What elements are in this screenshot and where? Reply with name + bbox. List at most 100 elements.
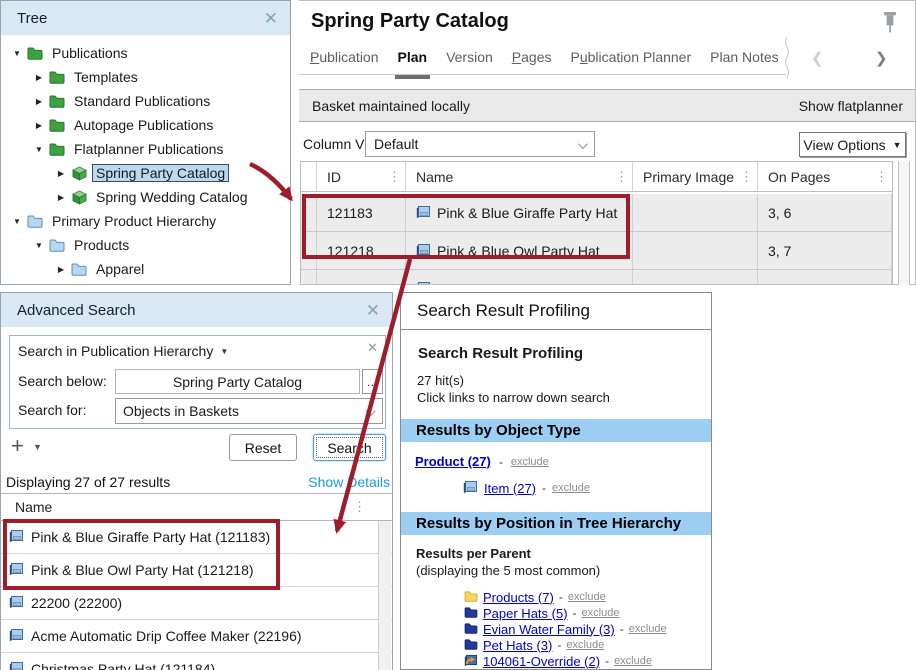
column-header-primary-image[interactable]: Primary Image⋮	[633, 162, 758, 191]
parent-row: Evian Water Family (3) - exclude	[401, 621, 711, 637]
tree-item-spring-party-catalog[interactable]: ▶ Spring Party Catalog	[1, 161, 290, 185]
column-menu-icon[interactable]: ⋮	[388, 169, 401, 185]
column-header-name[interactable]: Name⋮	[406, 162, 633, 191]
collapse-icon[interactable]: ▼	[7, 217, 27, 226]
expand-icon[interactable]: ▶	[51, 169, 71, 178]
column-header-id[interactable]: ID⋮	[317, 162, 406, 191]
override-icon	[464, 654, 478, 669]
tree-item-flatplanner-publications[interactable]: ▼ Flatplanner Publications	[1, 137, 290, 161]
folder-green-icon	[49, 71, 65, 84]
exclude-link[interactable]: exclude	[629, 623, 667, 635]
table-row-clipped[interactable]: 20001 20001 AA Battery 2 Pk	[301, 270, 892, 285]
results-summary: Displaying 27 of 27 results	[6, 474, 170, 490]
advanced-search-panel: Advanced Search ✕ Search in Publication …	[0, 292, 393, 670]
parent-link[interactable]: Paper Hats (5)	[483, 606, 568, 621]
column-menu-icon[interactable]: ⋮	[740, 169, 753, 185]
expand-icon[interactable]: ▶	[29, 73, 49, 82]
parent-row: Paper Hats (5) - exclude	[401, 605, 711, 621]
result-row[interactable]: Acme Automatic Drip Coffee Maker (22196)	[1, 620, 392, 653]
expand-icon[interactable]: ▶	[51, 265, 71, 274]
parent-link[interactable]: Products (7)	[483, 590, 554, 605]
tree-item-products[interactable]: ▼ Products	[1, 233, 290, 257]
item-icon	[9, 529, 24, 545]
table-row[interactable]: 121218 Pink & Blue Owl Party Hat 3, 7	[301, 232, 892, 270]
browse-button[interactable]: …	[362, 369, 383, 394]
result-row-clipped[interactable]: Christmas Party Hat (121184)	[1, 653, 392, 670]
pin-icon[interactable]	[881, 9, 899, 42]
add-criteria-button[interactable]: +	[11, 433, 24, 459]
collapse-icon[interactable]: ▼	[7, 49, 27, 58]
tree-item-spring-wedding-catalog[interactable]: ▶ Spring Wedding Catalog	[1, 185, 290, 209]
show-details-link[interactable]: Show Details	[308, 474, 390, 490]
tree-item-primary-product-hierarchy[interactable]: ▼ Primary Product Hierarchy	[1, 209, 290, 233]
parent-link[interactable]: Evian Water Family (3)	[483, 622, 615, 637]
results-scrollbar[interactable]	[378, 521, 391, 670]
row-selector-header[interactable]	[301, 162, 317, 191]
column-menu-icon[interactable]: ⋮	[875, 169, 888, 185]
search-scope-dropdown[interactable]: Search in Publication Hierarchy ▼	[18, 343, 228, 359]
table-scrollbar[interactable]	[898, 161, 910, 285]
remove-criteria-icon[interactable]: ✕	[367, 340, 378, 356]
column-header-on-pages[interactable]: On Pages⋮	[758, 162, 892, 191]
exclude-link[interactable]: exclude	[568, 591, 606, 603]
column-menu-icon[interactable]: ⋮	[615, 169, 628, 185]
basket-status-bar: Basket maintained locally Show flatplann…	[299, 89, 915, 122]
page-title: Spring Party Catalog	[311, 10, 509, 33]
close-icon[interactable]: ✕	[366, 302, 380, 319]
result-row[interactable]: Pink & Blue Owl Party Hat (121218)	[1, 554, 392, 587]
item-icon	[463, 480, 478, 496]
collapse-icon[interactable]: ▼	[29, 145, 49, 154]
parent-link[interactable]: Pet Hats (3)	[483, 638, 552, 653]
exclude-link[interactable]: exclude	[614, 655, 652, 667]
show-flatplanner-link[interactable]: Show flatplanner	[799, 98, 915, 114]
view-options-button[interactable]: View Options ▼	[799, 132, 906, 157]
item-icon	[416, 243, 431, 259]
hit-count: 27 hit(s)	[417, 373, 711, 388]
expand-icon[interactable]: ▶	[29, 97, 49, 106]
folder-green-icon	[49, 143, 65, 156]
exclude-link[interactable]: exclude	[511, 456, 549, 468]
expand-icon[interactable]: ▶	[29, 121, 49, 130]
tree-item-standard-publications[interactable]: ▶ Standard Publications	[1, 89, 290, 113]
plan-table-header: ID⋮ Name⋮ Primary Image⋮ On Pages⋮	[301, 162, 892, 192]
parent-row: Products (7) - exclude	[401, 589, 711, 605]
search-actions-row: + ▼ Reset Search	[1, 433, 394, 463]
result-row[interactable]: 22200 (22200)	[1, 587, 392, 620]
tree-item-label: Flatplanner Publications	[70, 140, 227, 158]
tree-item-apparel[interactable]: ▶ Apparel	[1, 257, 290, 281]
parent-link[interactable]: 104061-Override (2)	[483, 654, 600, 669]
add-criteria-caret-icon[interactable]: ▼	[33, 442, 42, 452]
tree-item-autopage-publications[interactable]: ▶ Autopage Publications	[1, 113, 290, 137]
item-icon	[416, 205, 431, 221]
result-row[interactable]: Pink & Blue Giraffe Party Hat (121183)	[1, 521, 392, 554]
search-for-select[interactable]: Objects in Baskets	[115, 398, 383, 424]
expand-icon[interactable]: ▶	[51, 193, 71, 202]
folder-green-icon	[49, 119, 65, 132]
tree-item-templates[interactable]: ▶ Templates	[1, 65, 290, 89]
search-below-input[interactable]	[115, 369, 360, 394]
exclude-link[interactable]: exclude	[582, 607, 620, 619]
exclude-link[interactable]: exclude	[566, 639, 604, 651]
table-row[interactable]: 121183 Pink & Blue Giraffe Party Hat 3, …	[301, 194, 892, 232]
column-menu-icon[interactable]: ⋮	[353, 499, 366, 515]
product-link[interactable]: Product (27)	[415, 454, 491, 469]
chevron-left-icon[interactable]: ❮	[811, 49, 824, 67]
search-button[interactable]: Search	[313, 434, 386, 461]
tree-item-label: Standard Publications	[70, 92, 214, 110]
tree-item-publications[interactable]: ▼ Publications	[1, 41, 290, 65]
exclude-link[interactable]: exclude	[552, 482, 590, 494]
item-icon	[9, 562, 24, 578]
column-view-select[interactable]: Default	[365, 131, 595, 157]
results-per-parent-note: (displaying the 5 most common)	[416, 563, 711, 578]
collapse-icon[interactable]: ▼	[29, 241, 49, 250]
reset-button[interactable]: Reset	[229, 434, 297, 461]
parent-row: Pet Hats (3) - exclude	[401, 637, 711, 653]
tree-panel: Tree ✕ ▼ Publications ▶ Templates ▶	[0, 0, 291, 285]
chevron-right-icon[interactable]: ❯	[875, 49, 888, 67]
folder-blue-icon	[71, 263, 87, 276]
close-icon[interactable]: ✕	[264, 10, 278, 27]
object-type-link-row: Item (27) - exclude	[463, 480, 711, 496]
item-link[interactable]: Item (27)	[484, 481, 536, 496]
tree-item-label: Products	[70, 236, 133, 254]
results-header[interactable]: Name ⋮	[1, 493, 392, 521]
